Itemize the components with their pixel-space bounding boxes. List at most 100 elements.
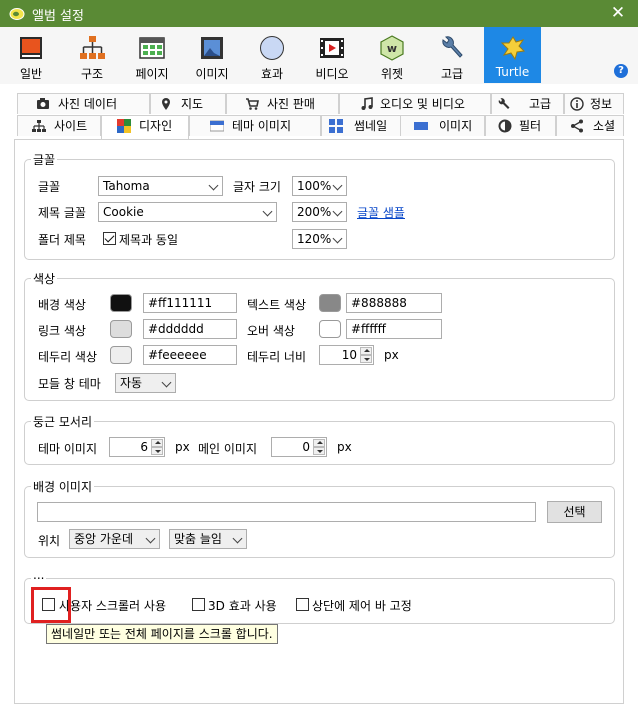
corner-main-image-value: 0 (302, 440, 310, 454)
text-color-swatch[interactable] (319, 294, 341, 312)
hover-color-input[interactable]: #ffffff (346, 319, 442, 339)
modal-theme-select[interactable]: 자동 (115, 373, 176, 393)
tab-advanced[interactable]: 고급 (491, 93, 564, 114)
fixed-control-bar-checkbox[interactable] (296, 598, 309, 611)
main-toolbar: 일반 구조 페이지 이미지 효과 비디오 w 위젯 고급 Turtle ? (0, 27, 638, 84)
tab-photo-data[interactable]: 사진 데이터 (17, 93, 150, 114)
toolbar-label: 일반 (19, 67, 43, 81)
title-font-label: 제목 글꼴 (38, 206, 86, 220)
position-label: 위치 (38, 534, 61, 548)
tab-label: 지도 (181, 97, 204, 111)
tab-label: 오디오 및 비디오 (380, 97, 465, 111)
modal-theme-label: 모들 창 테마 (38, 377, 101, 391)
app-logo-icon (9, 8, 25, 20)
help-button[interactable]: ? (614, 64, 628, 78)
tab-label: 사이트 (54, 119, 88, 133)
toolbar-widget[interactable]: w 위젯 (365, 27, 419, 83)
tab-design[interactable]: 디자인 (101, 115, 189, 139)
toolbar-effects[interactable]: 효과 (245, 27, 299, 83)
tab-image[interactable]: 이미지 (400, 115, 485, 136)
same-as-title-checkbox[interactable] (103, 232, 116, 245)
same-as-title-label: 제목과 동일 (119, 233, 179, 247)
toolbar-structure[interactable]: 구조 (65, 27, 119, 83)
fit-select[interactable]: 맞춤 늘임 (169, 529, 247, 549)
title-bar: 앨범 설정 ✕ (0, 0, 638, 27)
text-color-input[interactable]: #888888 (346, 293, 442, 313)
link-color-swatch[interactable] (110, 320, 132, 338)
position-select[interactable]: 중앙 가운데 (69, 529, 160, 549)
background-image-path-input[interactable] (37, 502, 536, 522)
border-width-label: 테두리 너비 (247, 350, 307, 364)
close-button[interactable]: ✕ (598, 0, 638, 27)
link-color-input[interactable]: #dddddd (143, 319, 237, 339)
toolbar-label: 페이지 (135, 67, 169, 81)
tab-audio-video[interactable]: 오디오 및 비디오 (339, 93, 491, 114)
effect-3d-checkbox[interactable] (192, 598, 205, 611)
chevron-down-icon (332, 233, 343, 244)
bg-color-swatch[interactable] (110, 294, 132, 312)
misc-legend: ... (31, 568, 47, 582)
effects-icon (260, 36, 284, 60)
tab-info[interactable]: 정보 (564, 93, 624, 114)
toolbar-page[interactable]: 페이지 (125, 27, 179, 83)
folder-size-select[interactable]: 120% (292, 229, 347, 249)
tab-label: 필터 (519, 119, 542, 133)
bg-color-input[interactable]: #ff111111 (143, 293, 237, 313)
theme-image-icon (210, 120, 224, 132)
tab-map[interactable]: 지도 (150, 93, 226, 114)
svg-text:w: w (387, 42, 397, 55)
toolbar-label: 이미지 (195, 67, 229, 81)
corner-main-image-spinner[interactable]: 0 (271, 437, 327, 457)
corner-theme-image-spinner[interactable]: 6 (109, 437, 165, 457)
page-icon (139, 37, 165, 59)
select-image-button[interactable]: 선택 (547, 501, 602, 523)
tab-site[interactable]: 사이트 (17, 115, 101, 136)
spin-up-icon[interactable] (151, 439, 163, 447)
toolbar-advanced[interactable]: 고급 (425, 27, 479, 83)
sitemap-icon (32, 120, 46, 132)
modal-theme-value: 자동 (120, 376, 143, 390)
tab-filter[interactable]: 필터 (485, 115, 556, 136)
tab-row-1: 사진 데이터 지도 사진 판매 오디오 및 비디오 고급 정보 (14, 93, 624, 115)
font-size-select[interactable]: 100% (292, 176, 347, 196)
video-icon (320, 38, 344, 58)
title-size-select[interactable]: 200% (292, 202, 347, 222)
font-select[interactable]: Tahoma (98, 176, 223, 196)
tab-photo-sales[interactable]: 사진 판매 (226, 93, 339, 114)
border-color-swatch[interactable] (110, 346, 132, 364)
toolbar-general[interactable]: 일반 (4, 27, 58, 83)
spin-down-icon[interactable] (151, 447, 163, 455)
spin-down-icon[interactable] (360, 355, 372, 363)
corners-legend: 둥근 모서리 (31, 413, 95, 430)
tooltip: 썸네일만 또는 전체 페이지를 스크롤 합니다. (46, 624, 278, 644)
toolbar-label: 효과 (260, 67, 284, 81)
tab-label: 고급 (529, 97, 552, 111)
structure-icon (80, 36, 105, 59)
border-color-input[interactable]: #feeeeee (143, 345, 237, 365)
bg-color-label: 배경 색상 (38, 298, 86, 312)
tab-label: 디자인 (139, 119, 173, 133)
toolbar-video[interactable]: 비디오 (305, 27, 359, 83)
spin-up-icon[interactable] (360, 347, 372, 355)
spin-up-icon[interactable] (313, 439, 325, 447)
effect-3d-label: 3D 효과 사용 (208, 599, 277, 613)
cart-icon (246, 98, 259, 110)
hover-color-label: 오버 색상 (247, 324, 295, 338)
turtle-icon (500, 36, 526, 61)
toolbar-image[interactable]: 이미지 (185, 27, 239, 83)
chevron-down-icon (332, 206, 343, 217)
fonts-legend: 글꼴 (31, 151, 58, 168)
tab-label: 썸네일 (354, 119, 388, 133)
font-sample-link[interactable]: 글꼴 샘플 (357, 204, 405, 221)
toolbar-turtle[interactable]: Turtle (484, 27, 541, 83)
hover-color-swatch[interactable] (319, 320, 341, 338)
tab-social[interactable]: 소셜 (556, 115, 624, 136)
spin-down-icon[interactable] (313, 447, 325, 455)
corner-main-image-label: 메인 이미지 (198, 442, 258, 456)
border-width-spinner[interactable]: 10 (319, 345, 374, 365)
tab-label: 이미지 (439, 119, 473, 133)
title-font-select[interactable]: Cookie (98, 202, 277, 222)
tab-theme-image[interactable]: 테마 이미지 (189, 115, 321, 136)
toolbar-label: Turtle (495, 65, 530, 79)
text-color-label: 텍스트 색상 (247, 298, 307, 312)
